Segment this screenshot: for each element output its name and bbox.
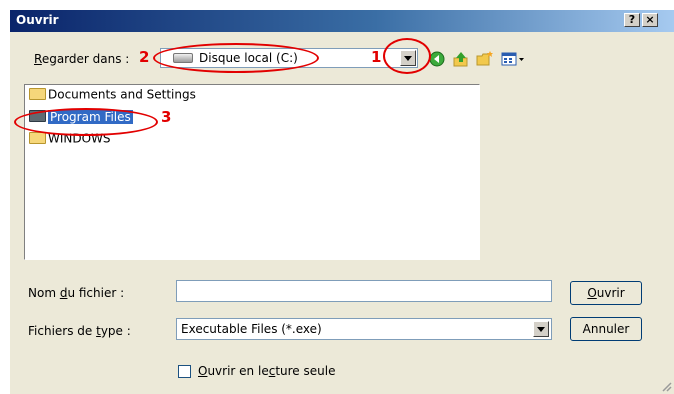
readonly-label: Ouvrir en lecture seule	[198, 364, 336, 378]
annotation-ellipse-dropdown	[383, 38, 431, 74]
view-menu-button[interactable]	[500, 50, 526, 68]
filetype-label: Fichiers de type :	[28, 324, 131, 338]
open-dialog: Ouvrir ? × Regarder dans : Disque local …	[10, 10, 674, 394]
view-menu-icon	[501, 52, 524, 66]
filetype-select[interactable]: Executable Files (*.exe)	[176, 318, 552, 340]
file-name: Documents and Settings	[48, 87, 196, 102]
folder-icon	[29, 87, 46, 100]
help-button[interactable]: ?	[624, 13, 640, 27]
list-item[interactable]: Documents and Settings	[29, 87, 196, 105]
close-button[interactable]: ×	[642, 13, 658, 27]
new-folder-icon	[476, 51, 493, 66]
filetype-value: Executable Files (*.exe)	[181, 322, 322, 336]
annotation-number-3: 3	[161, 108, 172, 126]
resize-grip-icon[interactable]	[660, 380, 672, 392]
readonly-checkbox[interactable]	[178, 365, 191, 378]
annotation-number-1: 1	[371, 48, 382, 66]
annotation-ellipse-program-files	[14, 108, 158, 136]
filename-label: Nom du fichier :	[28, 286, 125, 300]
annotation-number-2: 2	[139, 48, 150, 66]
filetype-dropdown-button[interactable]	[533, 321, 549, 337]
new-folder-button[interactable]	[476, 50, 494, 68]
up-folder-icon	[453, 52, 468, 67]
cancel-button[interactable]: Annuler	[570, 317, 642, 341]
filename-input[interactable]	[176, 280, 552, 302]
open-button[interactable]: Ouvrir	[570, 281, 642, 305]
close-icon: ×	[645, 13, 655, 26]
up-folder-button[interactable]	[452, 50, 470, 68]
help-icon: ?	[628, 13, 636, 26]
lookin-label: Regarder dans :	[34, 52, 130, 66]
annotation-ellipse-lookin	[153, 43, 319, 73]
window-title: Ouvrir	[16, 13, 59, 27]
title-bar[interactable]: Ouvrir ? ×	[10, 10, 674, 32]
